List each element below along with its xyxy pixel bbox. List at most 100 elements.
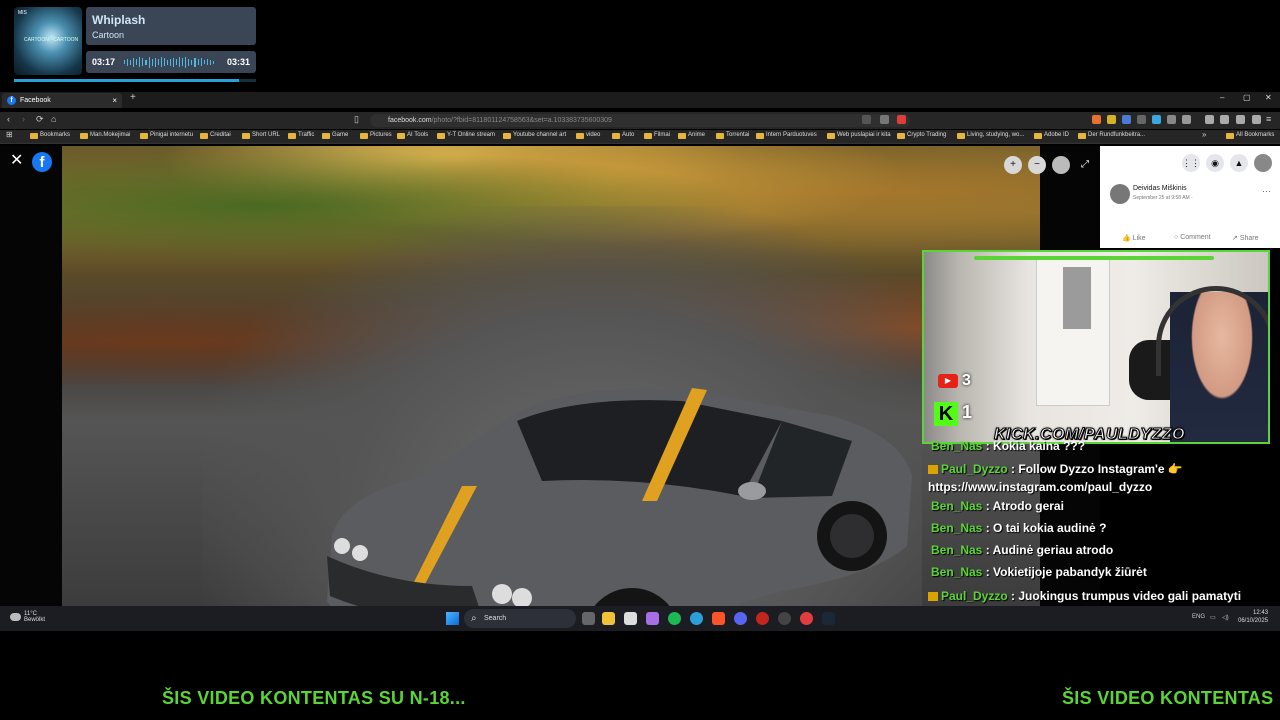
bookmark-item[interactable]: video [576,132,600,139]
album-caption: CARTOON · CARTOON [24,37,79,43]
bookmark-item[interactable]: Man.Mokejimai [80,132,130,139]
comment-button[interactable]: ○ Comment [1174,234,1211,241]
taskbar-search[interactable]: Search [464,609,576,628]
waveform-bar [163,58,165,66]
bookmark-item[interactable]: Adobe ID [1034,132,1069,139]
share-button[interactable]: ↗ Share [1232,234,1259,242]
brave-taskbar-icon[interactable] [712,612,725,625]
bookmark-item[interactable]: Crypto Trading [897,132,946,139]
tab-facebook[interactable]: f Facebook × [2,93,122,108]
back-icon[interactable]: ‹ [7,114,10,124]
network-icon[interactable]: ▭ [1210,614,1216,621]
extension-translate-icon[interactable] [1122,115,1131,124]
file-explorer-icon[interactable] [602,612,615,625]
waveform-bar [142,58,144,66]
copilot-icon[interactable] [646,612,659,625]
discord-icon[interactable] [734,612,747,625]
chat-text: O tai kokia audinė ? [993,521,1107,535]
brave-icon[interactable] [897,115,906,124]
bookmark-item[interactable]: AI Tools [397,132,428,139]
bookmark-item[interactable]: Auto [612,132,634,139]
bookmark-item[interactable]: Torrentai [716,132,749,139]
post-options-button[interactable]: ··· [1262,186,1271,196]
bookmark-item[interactable]: Traffic [288,132,314,139]
window-close-button[interactable]: ✕ [1265,93,1272,102]
like-button[interactable]: 👍 Like [1122,234,1146,242]
poster-avatar[interactable] [1110,184,1130,204]
waveform-bar [200,58,202,66]
bookmark-item[interactable]: Anime [678,132,705,139]
language-indicator[interactable]: ENG [1192,614,1205,620]
wallet-icon[interactable] [1252,115,1261,124]
post-author[interactable]: Deividas Miškinis [1133,185,1187,192]
menu-grid-icon[interactable]: ⋮⋮ [1182,154,1200,172]
zoom-out-button[interactable]: − [1028,156,1046,174]
bookmark-item[interactable]: Short URL [242,132,280,139]
more-bookmarks-icon[interactable]: » [1202,130,1206,139]
forward-icon[interactable]: › [22,114,25,124]
bookmark-item[interactable]: Creditai [200,132,231,139]
extension-blue-icon[interactable] [1152,115,1161,124]
extension-puzzle-icon[interactable] [1182,115,1191,124]
messenger-icon[interactable]: ◉ [1206,154,1224,172]
extension-fox-icon[interactable] [1092,115,1101,124]
menu-icon[interactable]: ≡ [1266,114,1271,124]
edge-icon[interactable] [690,612,703,625]
sidebar-toggle-icon[interactable] [1205,115,1214,124]
volume-icon[interactable]: ◁) [1222,614,1229,621]
waveform-visualizer [124,56,214,68]
bookmark-item[interactable]: Living, studying, wo... [957,132,1024,139]
viewer-close-button[interactable]: ✕ [10,150,23,170]
screen-share-icon[interactable] [862,115,871,124]
bookmark-item[interactable]: Pictures [360,132,392,139]
app-red-icon[interactable] [756,612,769,625]
bookmark-item[interactable]: Filmai [644,132,670,139]
app-recorder-icon[interactable] [800,612,813,625]
steam-icon[interactable] [822,612,835,625]
profile-icon[interactable] [1236,115,1245,124]
apps-grid-icon[interactable]: ⊞ [6,130,13,139]
spotify-icon[interactable] [668,612,681,625]
system-clock[interactable]: 12:43 06/10/2025 [1238,609,1268,625]
bookmark-item[interactable]: Youtube channel art [503,132,566,139]
downloads-icon[interactable] [1220,115,1229,124]
obs-icon[interactable] [778,612,791,625]
waveform-bar [188,58,190,66]
bookmark-star-icon[interactable]: ▯ [354,114,359,125]
bookmark-item[interactable]: Game [322,132,348,139]
store-icon[interactable] [624,612,637,625]
waveform-bar [166,59,168,65]
reload-icon[interactable]: ⟳ [36,114,44,125]
minimize-button[interactable]: ‒ [1220,93,1224,102]
zoom-in-button[interactable]: + [1004,156,1022,174]
clock-time: 12:43 [1253,610,1269,616]
extension-star-icon[interactable] [1107,115,1116,124]
bookmark-item[interactable]: Pinigai internetu [140,132,193,139]
waveform-bar [151,58,153,66]
bookmark-item[interactable]: Y-T Online stream [437,132,495,139]
bookmark-item[interactable]: Web puslapiai ir kita [827,132,891,139]
profile-avatar[interactable] [1254,154,1272,172]
tab-close-button[interactable]: × [112,93,117,108]
waveform-bar [139,57,141,67]
start-button[interactable] [446,612,459,625]
fullscreen-button[interactable]: ⤢ [1076,156,1094,174]
home-icon[interactable]: ⌂ [51,114,56,124]
bookmark-item[interactable]: Der Rundfunkbeitra... [1078,132,1145,139]
all-bookmarks[interactable]: All Bookmarks [1226,132,1274,139]
facebook-logo-icon[interactable]: f [32,152,52,172]
task-view-icon[interactable] [582,612,595,625]
maximize-button[interactable]: ▢ [1243,93,1251,102]
new-tab-button[interactable]: + [130,92,136,103]
address-bar[interactable]: facebook.com/photo/?fbid=811801124758563… [370,114,910,127]
extension-grey-icon[interactable] [1167,115,1176,124]
bookmark-item[interactable]: Intern Parduotuves [756,132,817,139]
notifications-bell-icon[interactable]: ▲ [1230,154,1248,172]
youtube-icon: ▶ [938,374,958,388]
waveform-bar [206,59,208,65]
bookmark-item[interactable]: Bookmarks [30,132,70,139]
tag-button[interactable] [1052,156,1070,174]
extension-square-icon[interactable] [1137,115,1146,124]
weather-widget[interactable]: 11°C Bewölkt [10,611,45,623]
shield-icon[interactable] [880,115,889,124]
